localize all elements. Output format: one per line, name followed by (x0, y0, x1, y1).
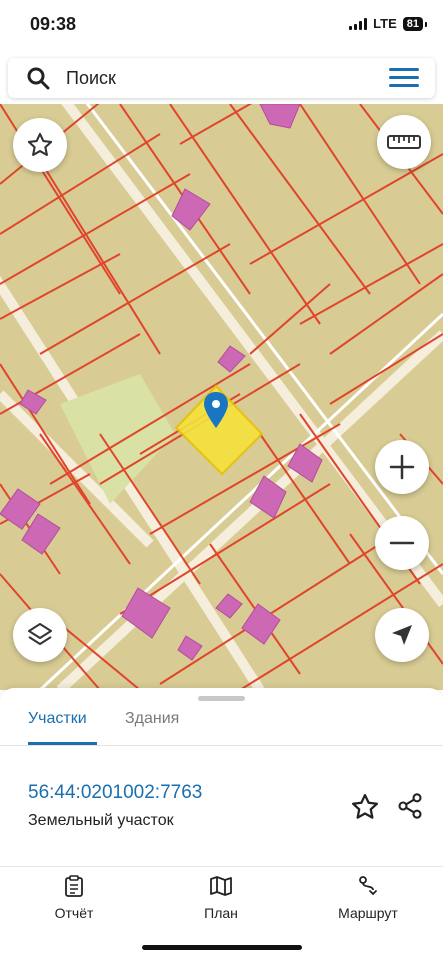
tab-parcels[interactable]: Участки (28, 710, 87, 728)
nav-report-label: Отчёт (54, 905, 94, 921)
ruler-button[interactable] (377, 115, 431, 169)
search-bar[interactable]: Поиск (8, 58, 435, 98)
search-input[interactable]: Поиск (66, 68, 116, 89)
parcel-info-sheet[interactable]: Участки Здания 56:44:0201002:7763 Земель… (0, 688, 443, 866)
nav-route[interactable]: Маршрут (318, 875, 418, 921)
parcel-type: Земельный участок (28, 812, 174, 829)
tab-buildings[interactable]: Здания (125, 710, 179, 728)
layers-icon (28, 623, 52, 645)
share-icon[interactable] (396, 792, 424, 820)
status-icons: LTE 81 (349, 16, 428, 31)
favorite-star-icon[interactable] (350, 792, 380, 822)
map-icon (210, 876, 232, 896)
search-icon (27, 67, 50, 90)
home-indicator[interactable] (142, 945, 302, 950)
battery-icon: 81 (402, 16, 428, 31)
favorites-button[interactable] (13, 118, 67, 172)
my-location-button[interactable] (375, 608, 429, 662)
zoom-out-button[interactable] (375, 516, 429, 570)
report-icon (65, 875, 83, 897)
layers-button[interactable] (13, 608, 67, 662)
route-icon (359, 876, 377, 896)
cadastral-map[interactable] (0, 104, 443, 690)
nav-report[interactable]: Отчёт (24, 875, 124, 921)
parcel-cadastral-number[interactable]: 56:44:0201002:7763 (28, 782, 202, 804)
divider (0, 745, 443, 746)
ruler-icon (387, 135, 421, 149)
menu-icon[interactable] (389, 68, 419, 88)
sheet-grabber[interactable] (198, 696, 245, 701)
network-type: LTE (373, 16, 397, 31)
navigation-arrow-icon (392, 625, 412, 645)
status-time: 09:38 (30, 14, 77, 34)
signal-icon (349, 17, 368, 30)
nav-plan-label: План (204, 905, 238, 921)
zoom-in-button[interactable] (375, 440, 429, 494)
nav-plan[interactable]: План (171, 875, 271, 921)
nav-route-label: Маршрут (338, 905, 398, 921)
minus-icon (389, 541, 415, 545)
bottom-navigation: Отчёт План Маршрут (0, 866, 443, 961)
status-bar: 09:38 LTE 81 (0, 0, 443, 52)
star-icon (27, 132, 53, 156)
plus-icon (389, 454, 415, 480)
